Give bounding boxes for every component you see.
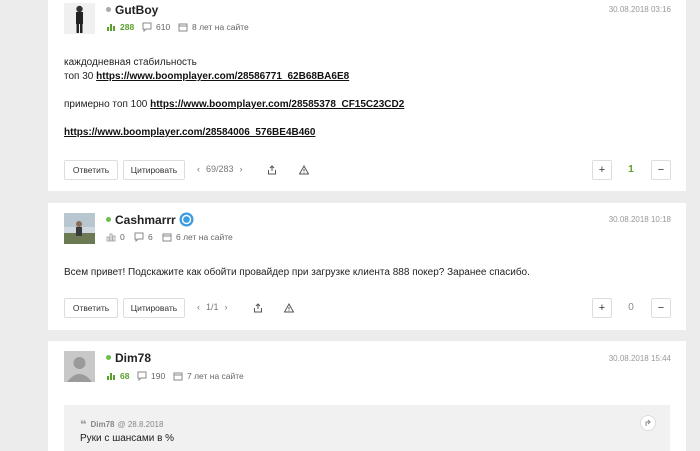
post-header: Dim78 68 190 7 лет на сайте 30.08.2018 1…: [48, 341, 686, 387]
chevron-left-icon[interactable]: ‹: [197, 302, 200, 312]
body-line: примерно топ 100 https://www.boomplayer.…: [64, 99, 405, 110]
user-site-age: 7 лет на сайте: [173, 371, 244, 381]
share-icon[interactable]: [250, 300, 266, 316]
messages-count: 6: [148, 232, 153, 242]
user-rating: 68: [106, 371, 129, 381]
bar-chart-icon: [107, 373, 115, 380]
body-line: Всем привет! Подскажите как обойти прова…: [64, 267, 530, 278]
downvote-button[interactable]: −: [651, 298, 671, 318]
speech-bubble-icon: [134, 232, 144, 242]
warning-icon[interactable]: [281, 300, 297, 316]
quote-header: ❝ Dim78 @ 28.8.2018: [80, 418, 163, 431]
reply-button[interactable]: Ответить: [64, 160, 118, 180]
post-date: 30.08.2018 10:18: [608, 215, 671, 224]
quote-text: Руки с шансами в %: [80, 433, 175, 444]
rating-value: 68: [120, 371, 130, 381]
warning-icon[interactable]: [296, 162, 312, 178]
post-body: Всем привет! Подскажите как обойти прова…: [48, 266, 530, 280]
share-icon[interactable]: [264, 162, 280, 178]
speech-bubble-icon: [137, 371, 147, 381]
calendar-icon: [173, 372, 183, 381]
chevron-right-icon[interactable]: ›: [240, 164, 243, 174]
post: GutBoy 288 610 8 лет на сайте 30.08.2018…: [48, 0, 686, 191]
post-score: 0: [628, 302, 634, 313]
site-age: 8 лет на сайте: [192, 22, 249, 32]
messages-count: 190: [151, 371, 166, 381]
avatar[interactable]: [64, 351, 95, 382]
user-messages: 6: [134, 232, 153, 242]
pager-value: 1/1: [206, 302, 219, 312]
upvote-button[interactable]: +: [592, 160, 612, 180]
username[interactable]: Dim78: [115, 351, 151, 365]
post-header: GutBoy 288 610 8 лет на сайте 30.08.2018…: [48, 0, 686, 46]
user-site-age: 8 лет на сайте: [178, 22, 249, 32]
post-header: Cashmarrr 0 6 6 лет на сайте 30.08.2018 …: [48, 203, 686, 249]
chevron-right-icon[interactable]: ›: [225, 302, 228, 312]
rating-value: 0: [120, 232, 125, 242]
post-date: 30.08.2018 15:44: [608, 354, 671, 363]
user-rating: 288: [106, 22, 134, 32]
body-line: топ 30 https://www.boomplayer.com/285867…: [64, 71, 350, 82]
rating-value: 288: [120, 22, 135, 32]
post-score: 1: [628, 164, 634, 175]
status-dot: [106, 7, 111, 12]
upvote-button[interactable]: +: [592, 298, 612, 318]
quote-block: ❝ Dim78 @ 28.8.2018 Руки с шансами в %: [64, 405, 670, 451]
post-body: каждодневная стабильность топ 30 https:/…: [48, 56, 404, 140]
body-line: каждодневная стабильность: [64, 57, 197, 68]
post-date: 30.08.2018 03:16: [608, 5, 671, 14]
calendar-icon: [162, 233, 172, 242]
avatar[interactable]: [64, 213, 95, 244]
speech-bubble-icon: [142, 22, 152, 32]
quote-date: @ 28.8.2018: [117, 420, 164, 429]
bar-chart-icon: [107, 24, 115, 31]
post-link[interactable]: https://www.boomplayer.com/28584006_576B…: [64, 127, 315, 138]
quote-author[interactable]: Dim78: [90, 420, 114, 429]
reply-button[interactable]: Ответить: [64, 298, 118, 318]
post: Dim78 68 190 7 лет на сайте 30.08.2018 1…: [48, 341, 686, 451]
arrow-icon[interactable]: [640, 415, 656, 431]
user-rating: 0: [106, 232, 125, 242]
username[interactable]: GutBoy: [115, 3, 158, 17]
user-messages: 190: [137, 371, 165, 381]
bar-chart-icon: [106, 233, 116, 242]
verified-badge-icon: [179, 212, 194, 232]
avatar[interactable]: [64, 3, 95, 34]
messages-count: 610: [156, 22, 171, 32]
post: Cashmarrr 0 6 6 лет на сайте 30.08.2018 …: [48, 203, 686, 330]
user-messages: 610: [142, 22, 170, 32]
quote-button[interactable]: Цитировать: [123, 298, 185, 318]
calendar-icon: [178, 23, 188, 32]
post-link[interactable]: https://www.boomplayer.com/28586771_62B6…: [96, 71, 349, 82]
downvote-button[interactable]: −: [651, 160, 671, 180]
quote-button[interactable]: Цитировать: [123, 160, 185, 180]
site-age: 6 лет на сайте: [176, 232, 233, 242]
post-link[interactable]: https://www.boomplayer.com/28585378_CF15…: [150, 99, 404, 110]
status-dot: [106, 217, 111, 222]
pager-value: 69/283: [206, 164, 234, 174]
username[interactable]: Cashmarrr: [115, 213, 176, 227]
post-pager: ‹ 69/283 ›: [194, 164, 246, 174]
status-dot: [106, 355, 111, 360]
body-line: https://www.boomplayer.com/28584006_576B…: [64, 126, 404, 140]
post-pager: ‹ 1/1 ›: [194, 302, 231, 312]
quote-icon: ❝: [80, 419, 87, 431]
site-age: 7 лет на сайте: [187, 371, 244, 381]
chevron-left-icon[interactable]: ‹: [197, 164, 200, 174]
user-site-age: 6 лет на сайте: [162, 232, 233, 242]
